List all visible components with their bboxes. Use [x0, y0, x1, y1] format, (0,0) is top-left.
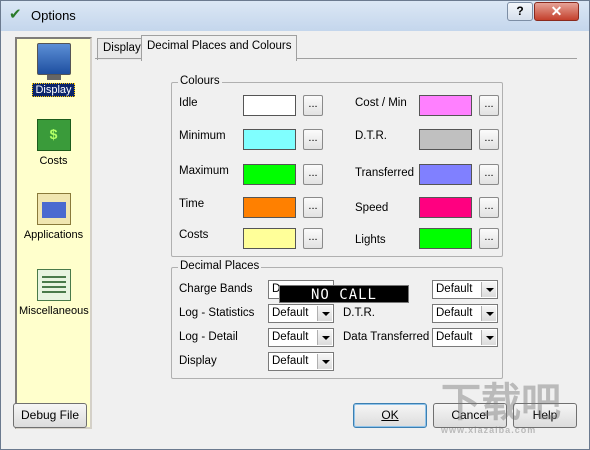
colour-swatch-transferred [419, 164, 472, 185]
colour-swatch-time [243, 197, 296, 218]
sidebar-item-miscellaneous[interactable]: Miscellaneous [17, 269, 90, 317]
ok-button[interactable]: OK [353, 403, 427, 428]
colour-swatch-costs [243, 228, 296, 249]
decimal-places-group-title: Decimal Places [178, 260, 262, 272]
no-call-status-display: NO CALL [279, 285, 409, 303]
sidebar-item-label: Costs [39, 155, 68, 167]
decimal-places-group: Decimal Places Charge Bands D Log - Stat… [171, 260, 503, 379]
sidebar-item-costs[interactable]: Costs [17, 119, 90, 167]
browse-button-cost-per-min[interactable]: ... [479, 95, 499, 116]
colour-swatch-cost-per-min [419, 95, 472, 116]
sidebar-item-label: Applications [23, 229, 84, 241]
decimal-label-log-statistics: Log - Statistics [179, 307, 255, 319]
colour-swatch-dtr [419, 129, 472, 150]
decimal-label-display: Display [179, 355, 217, 367]
tab-decimal-places-colours[interactable]: Decimal Places and Colours [141, 35, 298, 61]
colour-label-costs: Costs [179, 229, 209, 241]
browse-button-transferred[interactable]: ... [479, 164, 499, 185]
colour-swatch-maximum [243, 164, 296, 185]
colour-label-time: Time [179, 198, 205, 210]
decimal-select-data-transferred[interactable]: Default [432, 328, 498, 347]
tab-display[interactable]: Display [97, 38, 147, 60]
monitor-icon [36, 43, 71, 80]
browse-button-maximum[interactable]: ... [303, 164, 323, 185]
browse-button-lights[interactable]: ... [479, 228, 499, 249]
app-check-icon: ✔ [9, 6, 22, 23]
colour-label-idle: Idle [179, 97, 198, 109]
select-value: Default [436, 331, 473, 343]
select-value: Default [272, 307, 309, 319]
decimal-select-dtr[interactable]: Default [432, 304, 498, 323]
colour-label-speed: Speed [355, 202, 389, 214]
browse-button-minimum[interactable]: ... [303, 129, 323, 150]
colour-label-cost-per-min: Cost / Min [355, 97, 407, 109]
colour-label-minimum: Minimum [179, 130, 226, 142]
colour-label-dtr: D.T.R. [355, 130, 387, 142]
chevron-down-icon[interactable] [481, 306, 496, 321]
select-value: Default [272, 355, 309, 367]
colour-label-lights: Lights [355, 234, 386, 246]
select-value: Default [436, 283, 473, 295]
chevron-down-icon[interactable] [481, 330, 496, 345]
decimal-select-log-detail[interactable]: Default [268, 328, 334, 347]
colours-group: Colours Idle ... Minimum ... Maximum ...… [171, 75, 503, 257]
decimal-select-display[interactable]: Default [268, 352, 334, 371]
chevron-down-icon[interactable] [317, 306, 332, 321]
decimal-label-charge-bands: Charge Bands [179, 283, 253, 295]
colour-swatch-minimum [243, 129, 296, 150]
sidebar-item-applications[interactable]: Applications [17, 193, 90, 241]
debug-file-button[interactable]: Debug File [13, 403, 87, 428]
watermark-logo: 下载吧 www.xiazaiba.com [441, 381, 581, 437]
decimal-label-data-transferred: Data Transferred [343, 331, 430, 343]
browse-button-speed[interactable]: ... [479, 197, 499, 218]
sidebar-item-display[interactable]: Display [17, 43, 90, 97]
watermark-text: 下载吧 [441, 381, 561, 425]
window-title: Options [31, 8, 76, 23]
decimal-select-cost[interactable]: Default [432, 280, 498, 299]
decimal-select-log-statistics[interactable]: Default [268, 304, 334, 323]
decimal-label-dtr: D.T.R. [343, 307, 375, 319]
browse-button-time[interactable]: ... [303, 197, 323, 218]
sidebar-item-label: Miscellaneous [19, 305, 89, 317]
options-window: ✔ Options ? ✕ Display Costs Applications… [0, 0, 590, 450]
colour-swatch-idle [243, 95, 296, 116]
colour-label-transferred: Transferred [355, 167, 415, 179]
ok-button-label: OK [381, 408, 399, 422]
title-bar: ✔ Options ? ✕ [1, 1, 589, 31]
chevron-down-icon[interactable] [317, 330, 332, 345]
browse-button-idle[interactable]: ... [303, 95, 323, 116]
colour-swatch-lights [419, 228, 472, 249]
chevron-down-icon[interactable] [317, 354, 332, 369]
select-value: Default [436, 307, 473, 319]
category-sidebar: Display Costs Applications Miscellaneous [15, 37, 92, 429]
help-title-button[interactable]: ? [507, 2, 533, 21]
colour-swatch-speed [419, 197, 472, 218]
applications-icon [36, 193, 71, 225]
browse-button-dtr[interactable]: ... [479, 129, 499, 150]
watermark-url: www.xiazaiba.com [441, 425, 537, 435]
colour-label-maximum: Maximum [179, 165, 229, 177]
select-value: Default [272, 331, 309, 343]
chevron-down-icon[interactable] [481, 282, 496, 297]
close-button[interactable]: ✕ [534, 2, 579, 21]
colours-group-title: Colours [178, 75, 222, 87]
browse-button-costs[interactable]: ... [303, 228, 323, 249]
sidebar-item-label: Display [32, 83, 75, 97]
miscellaneous-icon [36, 269, 71, 301]
money-icon [36, 119, 71, 151]
decimal-label-log-detail: Log - Detail [179, 331, 238, 343]
